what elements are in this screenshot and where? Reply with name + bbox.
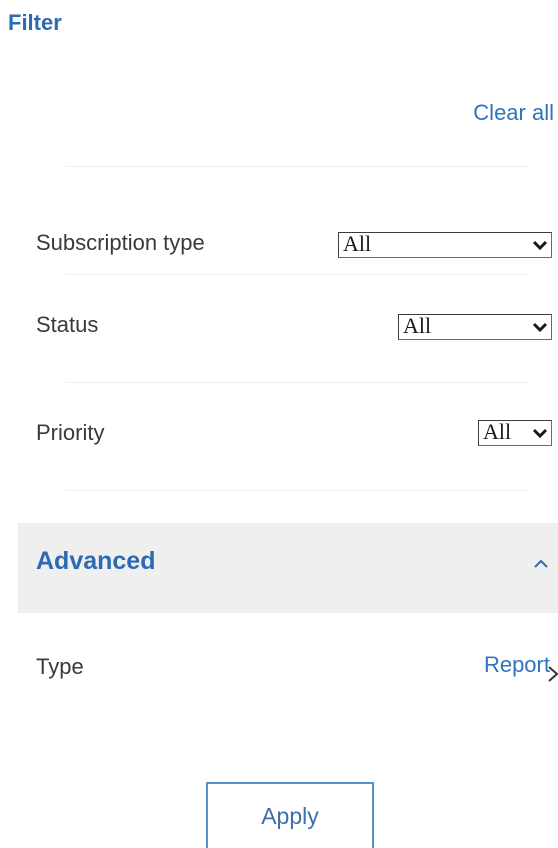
subscription-type-label: Subscription type xyxy=(36,230,205,255)
status-value: All xyxy=(403,313,432,338)
subscription-type-value: All xyxy=(343,231,372,256)
advanced-section-header[interactable]: Advanced xyxy=(18,523,558,613)
apply-button[interactable]: Apply xyxy=(206,782,374,848)
chevron-up-icon[interactable] xyxy=(532,557,550,569)
status-select[interactable]: All xyxy=(398,314,552,340)
advanced-title: Advanced xyxy=(36,547,156,575)
divider xyxy=(66,382,528,383)
chevron-right-icon[interactable] xyxy=(546,664,558,684)
priority-label: Priority xyxy=(36,420,105,445)
divider xyxy=(66,166,528,167)
divider xyxy=(66,274,528,275)
type-label: Type xyxy=(36,654,84,679)
divider xyxy=(66,490,528,491)
chevron-down-icon xyxy=(532,240,548,251)
chevron-down-icon xyxy=(532,322,548,333)
type-value-link[interactable]: Report xyxy=(484,652,550,678)
priority-select[interactable]: All xyxy=(478,420,552,446)
clear-all-link[interactable]: Clear all xyxy=(473,100,554,126)
chevron-down-icon xyxy=(532,428,548,439)
status-label: Status xyxy=(36,312,99,337)
subscription-type-select[interactable]: All xyxy=(338,232,552,258)
priority-value: All xyxy=(483,419,512,444)
panel-title: Filter xyxy=(8,10,62,35)
